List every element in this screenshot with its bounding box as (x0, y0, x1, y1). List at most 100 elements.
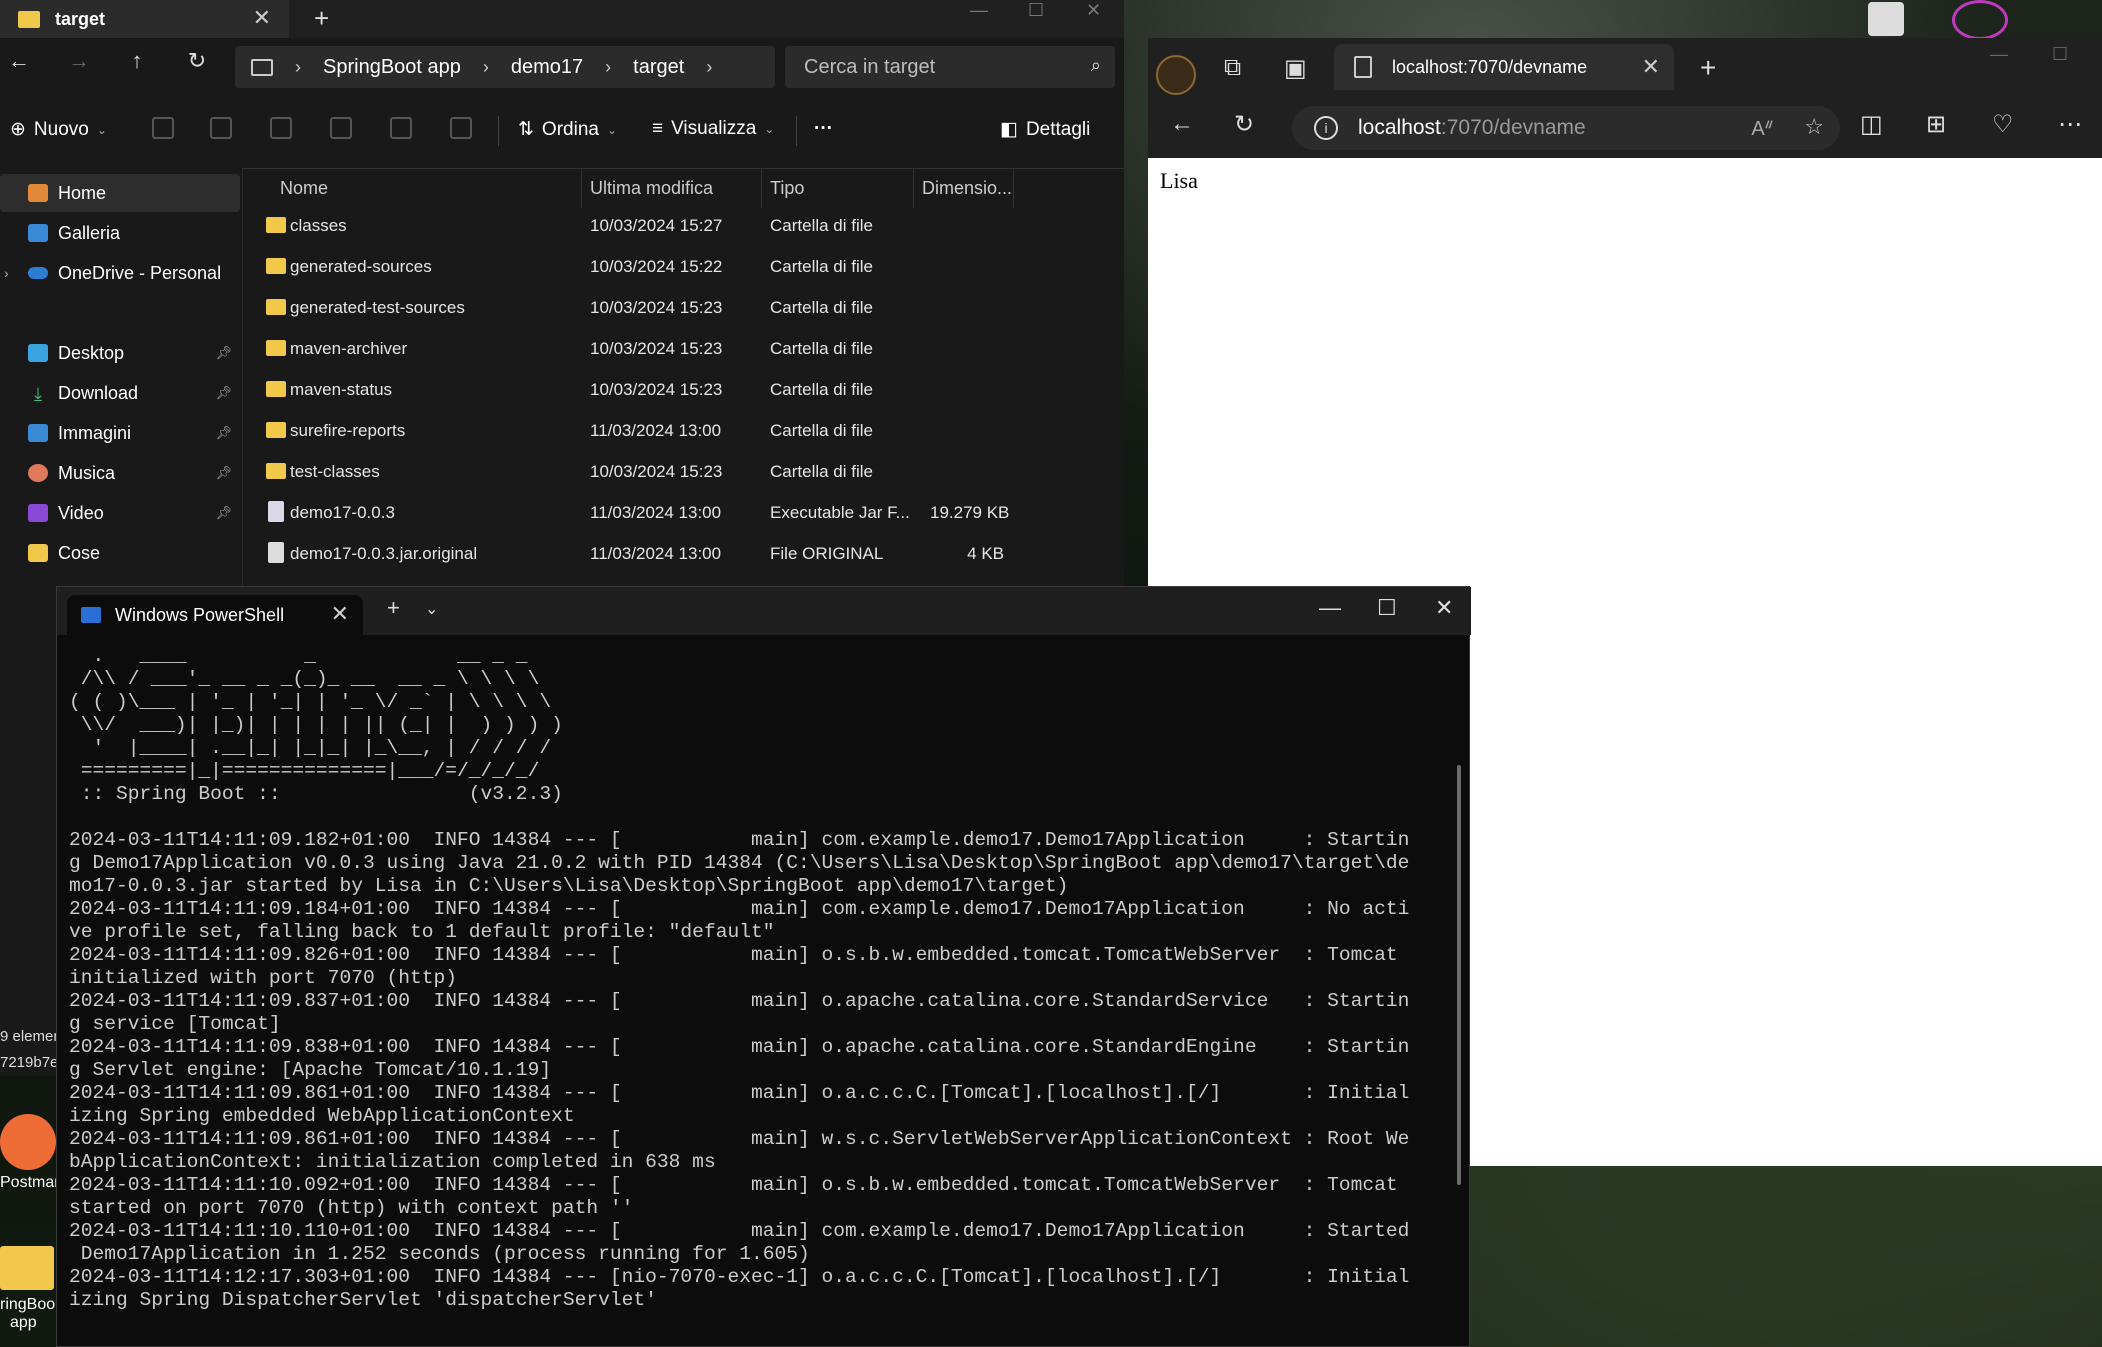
app-launcher-icon[interactable] (1952, 0, 2008, 40)
nav-item-desktop[interactable]: Desktop 📌︎ (0, 334, 240, 372)
column-header-type[interactable]: Tipo (762, 168, 914, 208)
nav-item-music[interactable]: Musica 📌︎ (0, 454, 240, 492)
workspaces-icon[interactable]: ⧉ (1224, 54, 1241, 82)
browser-tab[interactable]: localhost:7070/devname ✕ (1334, 44, 1674, 90)
column-header-size[interactable]: Dimensio... (914, 168, 1014, 208)
nav-item-gallery[interactable]: Galleria (0, 214, 240, 252)
nav-label: Musica (58, 462, 116, 483)
breadcrumb-item[interactable]: target (633, 56, 684, 79)
pin-icon[interactable]: 📌︎ (215, 425, 232, 441)
cut-icon[interactable] (152, 117, 174, 139)
file-row[interactable]: classes 10/03/2024 15:27 Cartella di fil… (244, 206, 1124, 247)
terminal-output[interactable]: . ____ _ __ _ _ /\\ / ___'_ __ _ _(_)_ _… (69, 645, 1409, 1312)
gallery-icon (28, 224, 48, 242)
file-type: File ORIGINAL (770, 544, 884, 563)
file-type: Cartella di file (770, 298, 873, 317)
details-button[interactable]: ◧ Dettagli (1000, 118, 1090, 141)
minimize-icon[interactable]: — (1319, 595, 1341, 621)
folder-icon (266, 381, 286, 397)
copy-icon[interactable] (210, 117, 232, 139)
up-arrow-icon[interactable]: ↑ (122, 48, 152, 74)
close-window-icon[interactable]: ✕ (1435, 595, 1453, 621)
details-pane-icon: ◧ (1000, 119, 1018, 140)
browser-essentials-icon[interactable]: ♡ (1992, 110, 2014, 139)
file-row[interactable]: surefire-reports 11/03/2024 13:00 Cartel… (244, 411, 1124, 452)
paste-icon[interactable] (270, 117, 292, 139)
close-window-icon[interactable]: ✕ (1086, 0, 1101, 21)
breadcrumb-item[interactable]: demo17 (511, 56, 583, 79)
pin-icon[interactable]: 📌︎ (215, 385, 232, 401)
column-header-modified[interactable]: Ultima modifica (582, 168, 762, 208)
nav-item-cose[interactable]: Cose (0, 534, 240, 572)
file-modified: 11/03/2024 13:00 (590, 544, 722, 563)
nav-item-home[interactable]: Home (0, 174, 240, 212)
new-tab-button[interactable]: + (387, 595, 400, 621)
more-menu-icon[interactable]: ⋯ (2058, 110, 2082, 139)
folder-icon (266, 463, 286, 479)
settings-gear-icon[interactable] (1868, 2, 1904, 36)
back-arrow-icon[interactable]: ← (1170, 110, 1194, 138)
tab-actions-icon[interactable]: ▣ (1284, 54, 1307, 83)
collections-icon[interactable]: ⊞ (1926, 110, 1946, 139)
pictures-icon (28, 424, 48, 442)
minimize-icon[interactable]: — (1990, 44, 2008, 65)
dropdown-chevron-icon[interactable]: ⌄ (425, 599, 438, 619)
refresh-icon[interactable]: ↻ (182, 48, 212, 74)
column-header-name[interactable]: Nome (244, 168, 582, 208)
scrollbar[interactable] (1457, 765, 1461, 1185)
close-tab-icon[interactable]: ✕ (1642, 54, 1660, 80)
nav-label: Video (58, 502, 104, 523)
maximize-icon[interactable]: ☐ (1028, 0, 1044, 21)
share-icon[interactable] (390, 117, 412, 139)
read-aloud-icon[interactable]: Aᐥ (1751, 116, 1774, 141)
file-row[interactable]: demo17-0.0.3 11/03/2024 13:00 Executable… (244, 493, 1124, 534)
pin-icon[interactable]: 📌︎ (215, 505, 232, 521)
maximize-icon[interactable]: ☐ (1377, 595, 1397, 621)
file-row[interactable]: test-classes 10/03/2024 15:23 Cartella d… (244, 452, 1124, 493)
desktop-icon-postman[interactable]: Postman (0, 1114, 63, 1194)
folder-icon (0, 1246, 54, 1290)
maximize-icon[interactable]: ☐ (2052, 44, 2068, 65)
close-tab-icon[interactable]: ✕ (253, 5, 271, 31)
address-bar[interactable]: › SpringBoot app › demo17 › target › (235, 46, 775, 88)
file-row[interactable]: demo17-0.0.3.jar.original 11/03/2024 13:… (244, 534, 1124, 575)
nav-item-onedrive[interactable]: › OneDrive - Personal (0, 254, 240, 292)
favorite-star-icon[interactable]: ☆ (1804, 114, 1824, 140)
nav-item-video[interactable]: Video 📌︎ (0, 494, 240, 532)
breadcrumb-item[interactable]: SpringBoot app (323, 56, 461, 79)
sort-button[interactable]: ⇅ Ordina ⌄ (518, 118, 617, 141)
nav-item-download[interactable]: ⤓ Download 📌︎ (0, 374, 240, 412)
refresh-icon[interactable]: ↻ (1234, 110, 1254, 139)
search-input[interactable]: Cerca in target ⌕ (785, 46, 1115, 88)
search-icon: ⌕ (1090, 55, 1101, 75)
new-tab-button[interactable]: + (314, 3, 329, 34)
file-row[interactable]: maven-status 10/03/2024 15:23 Cartella d… (244, 370, 1124, 411)
url-bar[interactable]: i localhost:7070/devname Aᐥ ☆ (1292, 106, 1840, 150)
file-row[interactable]: generated-sources 10/03/2024 15:22 Carte… (244, 247, 1124, 288)
explorer-tab[interactable]: target ✕ (0, 0, 289, 38)
view-button[interactable]: ≡ Visualizza ⌄ (652, 118, 774, 140)
back-arrow-icon[interactable]: ← (4, 48, 34, 74)
split-screen-icon[interactable]: ◫ (1860, 110, 1883, 139)
folder-icon (266, 422, 286, 438)
close-tab-icon[interactable]: ✕ (331, 601, 349, 627)
new-tab-button[interactable]: + (1700, 52, 1716, 84)
rename-icon[interactable] (330, 117, 352, 139)
file-row[interactable]: generated-test-sources 10/03/2024 15:23 … (244, 288, 1124, 329)
nav-item-pictures[interactable]: Immagini 📌︎ (0, 414, 240, 452)
explorer-tab-bar: target ✕ + — ☐ ✕ (0, 0, 1124, 38)
desktop-icon-springboot-folder[interactable]: ringBoo app (0, 1246, 56, 1346)
minimize-icon[interactable]: — (970, 0, 988, 21)
pin-icon[interactable]: 📌︎ (215, 345, 232, 361)
download-icon: ⤓ (34, 384, 42, 404)
forward-arrow-icon[interactable]: → (64, 48, 94, 74)
info-icon[interactable]: i (1314, 116, 1338, 140)
delete-icon[interactable] (450, 117, 472, 139)
new-button[interactable]: ⊕ Nuovo ⌄ (10, 118, 107, 141)
file-row[interactable]: maven-archiver 10/03/2024 15:23 Cartella… (244, 329, 1124, 370)
chevron-right-icon: › (4, 265, 9, 281)
more-options-button[interactable]: ··· (814, 118, 833, 140)
terminal-tab[interactable]: Windows PowerShell ✕ (67, 595, 363, 635)
profile-avatar[interactable] (1156, 55, 1196, 95)
pin-icon[interactable]: 📌︎ (215, 465, 232, 481)
